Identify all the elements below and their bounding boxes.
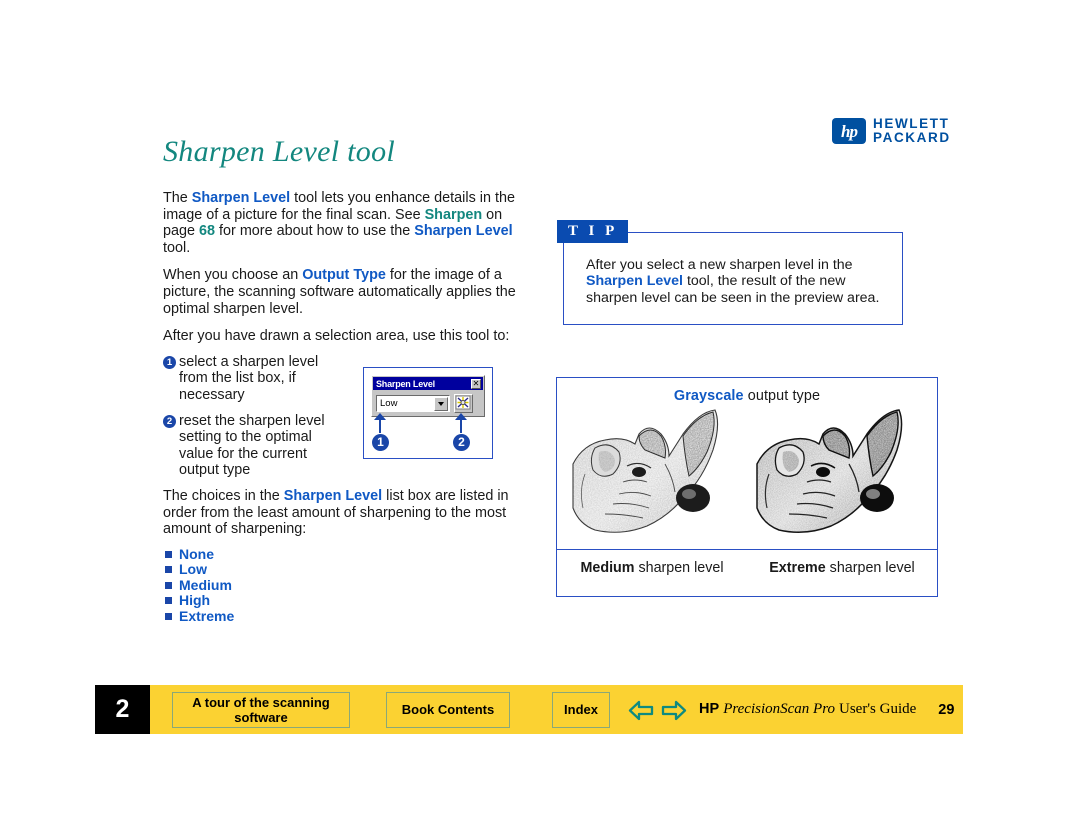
para1-seg-a: The — [163, 190, 192, 206]
footer-navigation-bar: 2 A tour of the scanning software Book C… — [95, 685, 963, 734]
dialog-title: Sharpen Level — [376, 378, 435, 389]
tip-label: T I P — [557, 220, 628, 243]
preview-heading-rest: output type — [743, 388, 821, 404]
tip-term-sharpen-level: Sharpen Level — [586, 273, 683, 290]
sharpen-choices-list: None Low Medium High Extreme — [163, 545, 518, 624]
auto-sharpen-icon — [455, 395, 471, 410]
square-bullet-icon — [165, 550, 172, 558]
reset-sharpen-level-button[interactable] — [454, 394, 473, 413]
caption-extreme-bold: Extreme — [769, 560, 826, 576]
step-number-1: 1 — [163, 355, 176, 369]
hp-logo-wordmark: HEWLETT PACKARD — [873, 116, 951, 146]
list-item: High — [163, 593, 518, 608]
paragraph-intro: The Sharpen Level tool lets you enhance … — [163, 190, 518, 256]
para1-seg-i: tool. — [163, 239, 191, 256]
para4-term-sharpen-level: Sharpen Level — [283, 487, 383, 504]
paragraph-selection-area: After you have drawn a selection area, u… — [163, 328, 510, 345]
hp-logo-line-2: PACKARD — [873, 130, 951, 146]
sharpen-level-dropdown-value: Low — [380, 398, 398, 409]
step-text-2: reset the sharpen level setting to the o… — [179, 412, 325, 479]
tip-seg-a: After you select a new sharpen level in … — [586, 257, 853, 273]
preview-heading: Grayscale output type — [557, 378, 937, 404]
sharpen-level-dialog: Sharpen Level ✕ Low — [371, 375, 485, 417]
choice-label-high: High — [179, 592, 211, 609]
paragraph-output-type: When you choose an Output Type for the i… — [163, 267, 518, 317]
caption-medium-bold: Medium — [580, 560, 635, 576]
para2-term-output-type: Output Type — [302, 267, 386, 284]
page-navigation-arrows — [628, 699, 687, 721]
para1-term-sharpen-level-1: Sharpen Level — [191, 190, 291, 206]
page-title: Sharpen Level tool — [163, 135, 396, 168]
square-bullet-icon — [165, 612, 172, 620]
square-bullet-icon — [165, 566, 172, 574]
rhino-image-row — [557, 404, 937, 549]
guide-suffix: User's Guide — [839, 701, 917, 717]
list-item: Medium — [163, 576, 518, 593]
choice-label-medium: Medium — [179, 576, 232, 593]
callout-number-1: 1 — [372, 434, 389, 451]
para1-page-ref[interactable]: 68 — [199, 223, 215, 239]
callout-arrow-head-2 — [455, 413, 467, 420]
preview-heading-bold: Grayscale — [673, 388, 744, 404]
rhino-image-extreme — [749, 404, 929, 549]
close-icon[interactable]: ✕ — [471, 378, 481, 389]
chevron-down-icon[interactable] — [434, 396, 448, 411]
square-bullet-icon — [165, 597, 172, 605]
hp-logo: hp HEWLETT PACKARD — [832, 116, 951, 146]
para2-seg-a: When you choose an — [163, 267, 303, 284]
choice-label-low: Low — [179, 561, 207, 578]
output-type-comparison-panel: Grayscale output type Medium sharpen lev… — [556, 377, 938, 597]
caption-extreme: Extreme sharpen level — [747, 560, 937, 576]
para1-seg-g: for more about how to use the — [215, 223, 415, 240]
hp-logo-mark-text: hp — [841, 121, 858, 141]
chapter-title-button[interactable]: A tour of the scanning software — [172, 691, 350, 728]
step-text-1: select a sharpen level from the list box… — [179, 353, 319, 403]
rhino-head-illustration-medium — [572, 409, 719, 533]
caption-extreme-rest: sharpen level — [825, 560, 915, 576]
list-item: Extreme — [163, 607, 518, 624]
step-number-2: 2 — [163, 414, 176, 428]
guide-product-name: PrecisionScan Pro — [723, 701, 835, 717]
paragraph-choices: The choices in the Sharpen Level list bo… — [163, 488, 518, 538]
choice-label-extreme: Extreme — [179, 607, 235, 624]
page-number: 29 — [938, 701, 955, 718]
rhino-head-illustration-extreme — [756, 409, 903, 533]
dialog-body: Low — [372, 391, 484, 413]
chapter-number: 2 — [95, 685, 150, 734]
index-button[interactable]: Index — [552, 691, 610, 728]
sharpen-level-dropdown[interactable]: Low — [376, 395, 450, 412]
callout-arrow-head-1 — [374, 413, 386, 420]
para1-link-sharpen[interactable]: Sharpen — [425, 207, 483, 223]
caption-row: Medium sharpen level Extreme sharpen lev… — [557, 549, 937, 586]
rhino-image-medium — [565, 404, 745, 549]
arrow-right-icon[interactable] — [661, 699, 687, 721]
hp-logo-mark: hp — [832, 118, 866, 145]
hp-logo-line-1: HEWLETT — [873, 116, 950, 131]
para4-seg-a: The choices in the — [163, 487, 284, 504]
callout-number-2: 2 — [453, 434, 470, 451]
guide-brand: HP — [699, 701, 720, 717]
tip-text: After you select a new sharpen level in … — [586, 257, 886, 306]
sharpen-level-dialog-callout: Sharpen Level ✕ Low 1 2 — [363, 367, 493, 459]
arrow-left-icon[interactable] — [628, 699, 654, 721]
dialog-title-bar: Sharpen Level ✕ — [373, 377, 483, 390]
square-bullet-icon — [165, 581, 172, 589]
tip-box: T I P After you select a new sharpen lev… — [557, 220, 903, 325]
caption-medium-rest: sharpen level — [634, 560, 724, 576]
book-contents-button[interactable]: Book Contents — [386, 691, 510, 728]
list-item: Low — [163, 562, 518, 577]
list-item: None — [163, 545, 518, 562]
caption-medium: Medium sharpen level — [557, 560, 747, 576]
para1-term-sharpen-level-2: Sharpen Level — [414, 223, 513, 240]
guide-title: HP PrecisionScan Pro User's Guide — [699, 701, 916, 718]
choice-label-none: None — [179, 545, 214, 562]
